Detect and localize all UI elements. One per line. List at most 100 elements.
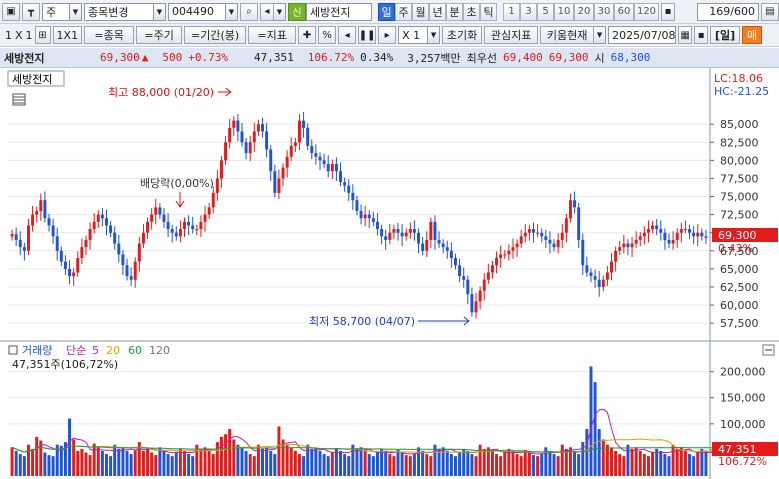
volume-bar bbox=[404, 455, 408, 476]
candle-body bbox=[215, 178, 219, 193]
period-month-tab[interactable]: 월 bbox=[412, 2, 429, 21]
volume-bar bbox=[224, 434, 228, 476]
period-minute-tab[interactable]: 분 bbox=[446, 2, 463, 21]
period-tick-tab[interactable]: 틱 bbox=[480, 2, 497, 21]
range-button[interactable]: =기간(봉) bbox=[184, 26, 247, 44]
candle-body bbox=[31, 214, 35, 226]
volume-tick-label: 150,000 bbox=[720, 392, 766, 405]
chart-menu-icon[interactable] bbox=[12, 93, 26, 106]
candle-body bbox=[585, 265, 589, 273]
layout-rows[interactable]: 1 bbox=[5, 29, 12, 42]
prev-icon[interactable]: ◂ bbox=[338, 26, 357, 44]
shin-badge[interactable]: 신 bbox=[288, 2, 306, 21]
item-button[interactable]: =종목 bbox=[84, 26, 135, 44]
grid-layout-icon[interactable]: ⊞ bbox=[34, 26, 51, 44]
period-second-tab[interactable]: 초 bbox=[463, 2, 480, 21]
candle-body bbox=[683, 229, 687, 231]
interval-5[interactable]: 5 bbox=[537, 2, 554, 21]
candle-body bbox=[433, 221, 437, 240]
volume-bar bbox=[421, 450, 425, 476]
chart-type-icon[interactable]: ▤ bbox=[761, 2, 779, 21]
pin-icon[interactable]: ┳ bbox=[22, 2, 40, 21]
period-button[interactable]: =주기 bbox=[136, 26, 183, 44]
one-by-one-button[interactable]: 1X1 bbox=[52, 26, 83, 44]
candle-body bbox=[573, 200, 577, 208]
chevron-down-icon[interactable]: ▼ bbox=[154, 2, 166, 21]
volume-bar bbox=[454, 456, 457, 476]
trade-button[interactable]: 매 bbox=[742, 26, 763, 44]
stock-code-input[interactable]: 004490 bbox=[168, 2, 226, 21]
volume-bar bbox=[277, 426, 281, 476]
zoom-select[interactable]: X 1 bbox=[398, 26, 429, 44]
count-input[interactable]: 169/600 bbox=[697, 2, 759, 21]
candle-body bbox=[449, 250, 453, 259]
interval-120[interactable]: 120 bbox=[634, 2, 659, 21]
interval-1[interactable]: 1 bbox=[503, 2, 520, 21]
candle-body bbox=[355, 200, 359, 211]
date-input[interactable]: 2025/07/08 bbox=[608, 26, 677, 44]
stock-chart[interactable]: 85,00082,50080,00077,50075,00072,50070,0… bbox=[0, 68, 779, 479]
volume-bar bbox=[536, 456, 540, 476]
candle-body bbox=[667, 239, 671, 244]
layout-cols[interactable]: 1 bbox=[26, 29, 33, 42]
period-year-tab[interactable]: 년 bbox=[429, 2, 446, 21]
chevron-down-icon[interactable]: ▼ bbox=[274, 2, 286, 21]
period-day-tab[interactable]: 일 bbox=[378, 2, 395, 21]
candle-body bbox=[646, 229, 650, 233]
candle-body bbox=[437, 239, 441, 244]
interval-settings-icon[interactable]: ▪ bbox=[661, 2, 675, 21]
kiwoom-current-button[interactable]: 키움현재 bbox=[540, 26, 595, 44]
candle-body bbox=[515, 243, 519, 248]
volume-bar bbox=[14, 450, 18, 476]
window-menu-icon[interactable]: ▣ bbox=[2, 2, 20, 21]
interest-indicator-button[interactable]: 관심지표 bbox=[484, 26, 539, 44]
chevron-down-icon[interactable]: ▼ bbox=[226, 2, 238, 21]
candle-body bbox=[593, 276, 597, 280]
calendar-icon[interactable]: ▦ bbox=[678, 26, 693, 44]
interval-30[interactable]: 30 bbox=[594, 2, 614, 21]
price-change: 500 bbox=[162, 51, 183, 64]
chevron-down-icon[interactable]: ▼ bbox=[70, 2, 82, 21]
volume-bar bbox=[26, 444, 30, 476]
reset-button[interactable]: 초기화 bbox=[442, 26, 483, 44]
candle-body bbox=[334, 163, 338, 172]
unit-label: [일] bbox=[710, 26, 741, 44]
crosshair-icon[interactable]: ✚ bbox=[298, 26, 317, 44]
pause-icon[interactable]: ❚❚ bbox=[358, 26, 377, 44]
next-icon[interactable]: ▸ bbox=[378, 26, 397, 44]
volume-bar bbox=[388, 454, 392, 476]
candle-body bbox=[76, 258, 80, 273]
volume-bar bbox=[437, 448, 441, 476]
collapse-icon[interactable] bbox=[762, 344, 775, 356]
settings-icon[interactable]: ▪ bbox=[694, 26, 709, 44]
volume-bar bbox=[339, 450, 343, 476]
interval-10[interactable]: 10 bbox=[554, 2, 574, 21]
quote-info-bar: 세방전지 69,300 ▲ 500 +0.73% 47,351 106.72% … bbox=[0, 48, 779, 68]
volume-bar bbox=[96, 447, 100, 476]
period-week-tab[interactable]: 주 bbox=[395, 2, 412, 21]
market-select[interactable]: 주 bbox=[42, 2, 70, 21]
candle-body bbox=[688, 229, 692, 233]
percent-button[interactable]: % bbox=[318, 26, 337, 44]
price-tick-label: 75,000 bbox=[720, 191, 759, 204]
interval-3[interactable]: 3 bbox=[520, 2, 537, 21]
volume-bar bbox=[269, 450, 273, 476]
candle-body bbox=[318, 156, 322, 161]
interval-60[interactable]: 60 bbox=[614, 2, 634, 21]
interval-20[interactable]: 20 bbox=[574, 2, 594, 21]
volume-bar bbox=[273, 454, 277, 476]
candle-body bbox=[544, 236, 548, 240]
code-change-select[interactable]: 종목변경 bbox=[84, 2, 154, 21]
volume-bar bbox=[663, 454, 667, 476]
chevron-down-icon[interactable]: ▼ bbox=[594, 26, 607, 44]
candle-body bbox=[14, 234, 18, 240]
ma120-label: 120 bbox=[149, 344, 170, 357]
chevron-down-icon[interactable]: ▼ bbox=[428, 26, 441, 44]
indicator-button[interactable]: =지표 bbox=[248, 26, 297, 44]
search-icon[interactable]: ⌕ bbox=[240, 2, 258, 21]
candle-body bbox=[589, 272, 593, 277]
speaker-icon[interactable]: ◂ bbox=[260, 2, 274, 21]
volume-bar bbox=[355, 448, 359, 476]
volume-bar bbox=[187, 454, 191, 476]
count-value: 169 bbox=[709, 5, 731, 18]
